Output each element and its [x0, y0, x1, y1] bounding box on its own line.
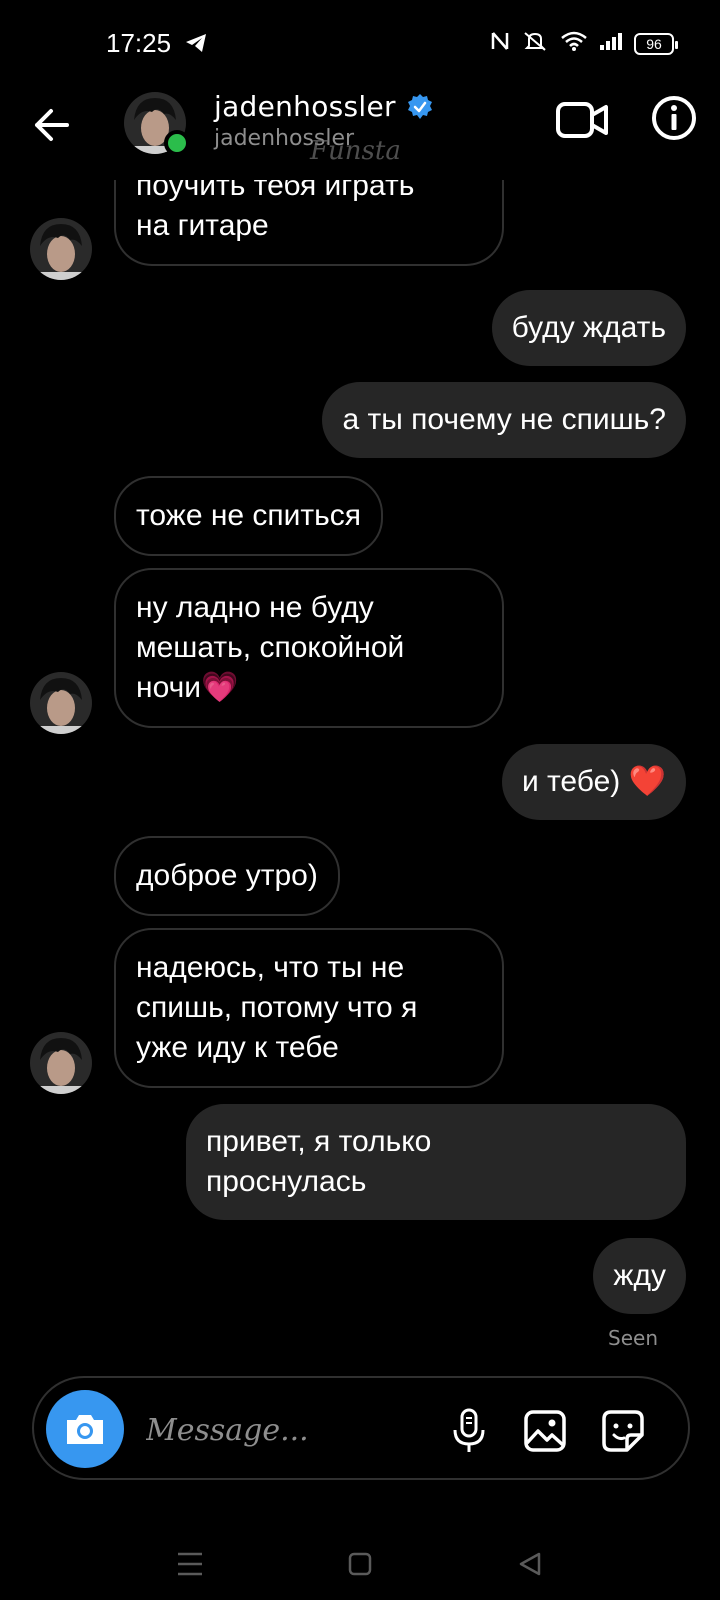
signal-icon — [598, 30, 624, 57]
message-list: поучить тебя играть на гитаре буду ждать… — [0, 140, 720, 1350]
home-nav-button[interactable] — [340, 1544, 380, 1584]
camera-button[interactable] — [46, 1390, 124, 1468]
back-button[interactable] — [26, 100, 76, 150]
system-navigation-bar — [0, 1520, 720, 1600]
chat-header: jadenhossler jadenhossler Funsta — [0, 80, 720, 180]
back-arrow-icon — [35, 109, 69, 141]
video-camera-icon — [556, 102, 608, 138]
wifi-icon — [560, 30, 588, 57]
info-button[interactable] — [650, 94, 698, 142]
camera-icon — [67, 1415, 103, 1444]
message-bubble-outgoing[interactable]: привет, я только проснулась — [186, 1104, 686, 1220]
chat-username[interactable]: jadenhossler — [214, 90, 434, 123]
menu-nav-button[interactable] — [170, 1544, 210, 1584]
gallery-button[interactable] — [522, 1408, 568, 1454]
message-bubble-incoming[interactable]: надеюсь, что ты не спишь, потому что я у… — [114, 928, 504, 1088]
status-icons: 96 — [490, 30, 678, 57]
nfc-icon — [490, 30, 510, 57]
sender-avatar[interactable] — [30, 672, 92, 734]
online-status-dot — [164, 130, 190, 156]
telegram-icon — [184, 32, 208, 59]
info-icon — [652, 96, 696, 140]
message-bubble-outgoing[interactable]: буду ждать — [491, 290, 686, 366]
status-time: 17:25 — [106, 28, 172, 58]
back-nav-button[interactable] — [510, 1544, 550, 1584]
battery-indicator: 96 — [634, 32, 678, 55]
message-composer — [32, 1376, 690, 1480]
sender-avatar[interactable] — [30, 218, 92, 280]
username-label: jadenhossler — [214, 90, 396, 123]
gallery-icon — [524, 1410, 566, 1452]
sticker-button[interactable] — [600, 1408, 646, 1454]
sticker-icon — [602, 1410, 644, 1452]
message-bubble-outgoing[interactable]: и тебе) ❤️ — [501, 744, 686, 820]
microphone-button[interactable] — [446, 1408, 492, 1454]
verified-badge-icon — [407, 93, 432, 119]
video-call-button[interactable] — [555, 98, 611, 142]
home-square-icon — [348, 1552, 372, 1576]
message-bubble-outgoing[interactable]: жду — [593, 1238, 686, 1314]
watermark-text: Funsta — [310, 136, 401, 166]
seen-indicator: Seen — [608, 1326, 658, 1350]
message-bubble-outgoing[interactable]: а ты почему не спишь? — [322, 382, 686, 458]
message-input[interactable] — [146, 1408, 426, 1452]
message-bubble-incoming[interactable]: ну ладно не буду мешать, спокойной ночи💗 — [114, 568, 504, 728]
message-bubble-incoming[interactable]: тоже не спиться — [114, 476, 384, 556]
sender-avatar[interactable] — [30, 1032, 92, 1094]
back-triangle-icon — [519, 1552, 541, 1576]
status-bar: 17:25 96 — [0, 0, 720, 90]
message-bubble-incoming[interactable]: доброе утро) — [114, 836, 340, 916]
mute-icon — [520, 30, 550, 57]
menu-icon — [178, 1552, 202, 1576]
microphone-icon — [453, 1408, 485, 1452]
